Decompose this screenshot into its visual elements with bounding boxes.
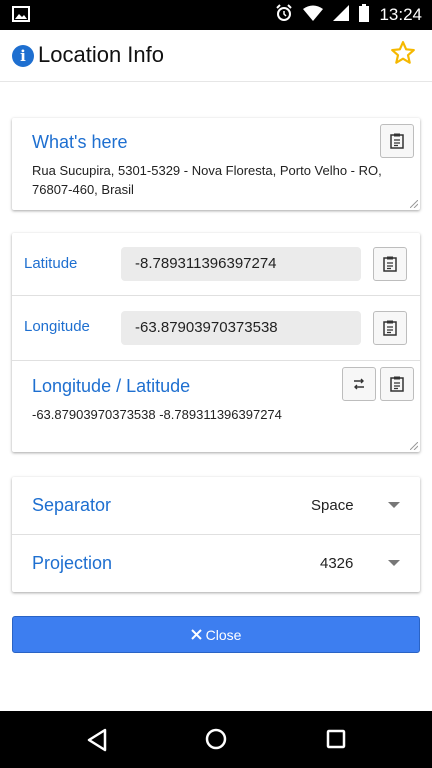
status-time: 13:24 (379, 5, 422, 24)
separator-label: Separator (32, 495, 112, 515)
latitude-field[interactable]: -8.789311396397274 (121, 247, 361, 281)
projection-label: Projection (32, 553, 113, 573)
swap-order-button[interactable] (342, 367, 376, 401)
home-icon[interactable] (205, 728, 227, 750)
clipboard-icon (390, 133, 404, 149)
clipboard-icon (390, 376, 404, 392)
whats-here-card: What's here Rua Sucupira, 5301-5329 - No… (12, 118, 420, 210)
copy-longitude-button[interactable] (373, 311, 407, 345)
alarm-icon (275, 3, 293, 27)
projection-value: 4326 (320, 555, 354, 572)
settings-card: Separator Space Projection 4326 (12, 477, 420, 592)
status-bar: 13:24 (0, 0, 432, 30)
address-text[interactable]: Rua Sucupira, 5301-5329 - Nova Floresta,… (32, 161, 412, 199)
gallery-notification-icon (12, 6, 30, 27)
close-button-label: Close (205, 626, 242, 643)
chevron-down-icon (388, 502, 400, 508)
separator-value: Space (311, 497, 354, 514)
copy-address-button[interactable] (380, 124, 414, 158)
separator-select[interactable]: Separator Space (12, 477, 420, 534)
projection-select[interactable]: Projection 4326 (12, 535, 420, 592)
lonlat-label: Longitude / Latitude (32, 376, 191, 396)
whats-here-label: What's here (32, 132, 128, 152)
clipboard-icon (383, 320, 397, 336)
close-icon (190, 629, 202, 640)
signal-icon (333, 4, 350, 26)
info-icon: i (12, 45, 34, 67)
resize-handle-icon[interactable] (410, 200, 418, 208)
wifi-icon (303, 5, 324, 26)
divider (12, 360, 420, 361)
page-title: Location Info (38, 42, 164, 67)
copy-lonlat-button[interactable] (380, 367, 414, 401)
clipboard-icon (383, 256, 397, 272)
longitude-field[interactable]: -63.87903970373538 (121, 311, 361, 345)
battery-icon (359, 3, 370, 27)
divider (12, 295, 420, 296)
star-icon[interactable] (390, 40, 416, 66)
coordinates-card: Latitude -8.789311396397274 Longitude -6… (12, 233, 420, 452)
back-icon[interactable] (86, 728, 108, 752)
longitude-label: Longitude (24, 318, 90, 335)
latitude-label: Latitude (24, 255, 78, 272)
copy-latitude-button[interactable] (373, 247, 407, 281)
recent-apps-icon[interactable] (326, 729, 346, 749)
swap-icon (354, 378, 364, 390)
close-button[interactable]: Close (12, 616, 420, 653)
app-bar: i Location Info (0, 30, 432, 82)
chevron-down-icon (388, 560, 400, 566)
navigation-bar (0, 711, 432, 768)
resize-handle-icon[interactable] (410, 442, 418, 450)
lonlat-text[interactable]: -63.87903970373538 -8.789311396397274 (32, 405, 282, 424)
